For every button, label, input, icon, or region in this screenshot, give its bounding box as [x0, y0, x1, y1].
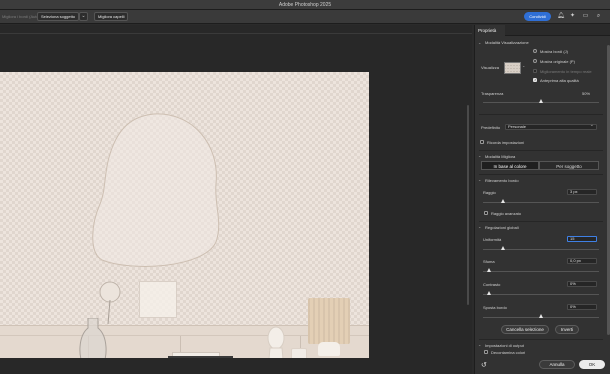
decontaminate-checkbox[interactable]	[484, 350, 488, 354]
sculpture-bust	[267, 326, 285, 358]
contrast-slider[interactable]	[483, 294, 599, 295]
high-quality-preview-label: Anteprima alta qualità	[540, 78, 579, 83]
properties-panel: Proprietà ⌄ Modalità Visualizzazione Vis…	[474, 25, 610, 374]
contrast-label: Contrasto	[483, 282, 501, 287]
show-original-label: Mostra originale (P)	[540, 59, 575, 64]
framed-art	[139, 281, 177, 318]
transparency-value[interactable]: 50%	[582, 91, 590, 96]
radius-field[interactable]: 3 px	[567, 189, 597, 195]
remember-settings-checkbox[interactable]	[480, 140, 484, 144]
chevron-down-icon[interactable]: ⌄	[478, 224, 481, 229]
realtime-refine-checkbox[interactable]	[533, 69, 537, 73]
scrollbar-thumb[interactable]	[467, 105, 469, 305]
search-icon[interactable]: ⌕	[595, 13, 602, 20]
share-button[interactable]: Condividi	[524, 12, 551, 21]
select-subject-button[interactable]: Seleziona soggetto	[37, 12, 80, 21]
lamp-shade	[308, 298, 350, 344]
dried-flower	[99, 281, 121, 324]
smooth-slider-knob[interactable]	[501, 246, 505, 250]
options-bar: Migliora i bordi (Auto) Seleziona sogget…	[0, 10, 610, 24]
chevron-down-icon[interactable]: ⌄	[478, 177, 481, 182]
refine-by-color-button[interactable]: In base al colore	[481, 161, 539, 170]
smooth-field[interactable]: 15	[567, 236, 597, 242]
chevron-down-icon[interactable]: ⌄	[478, 342, 481, 347]
transparency-slider-knob[interactable]	[539, 99, 543, 103]
vertical-scrollbar[interactable]	[466, 35, 470, 365]
shift-edge-slider-knob[interactable]	[539, 314, 543, 318]
tab-properties[interactable]: Proprietà	[475, 25, 505, 36]
glass-vase	[79, 318, 107, 358]
reset-icon[interactable]: ↺	[481, 361, 487, 369]
cancel-button[interactable]: Annulla	[539, 360, 575, 369]
ceramic-cup	[291, 348, 307, 358]
realtime-refine-label: Miglioramento in tempo reale	[540, 69, 592, 74]
select-subject-dropdown[interactable]: ⌄	[79, 12, 88, 21]
document-tab-strip	[0, 33, 472, 34]
section-divider	[479, 114, 603, 115]
window-title: Adobe Photoshop 2025	[278, 2, 332, 8]
decontaminate-label: Decontamina colori	[491, 350, 526, 355]
book-stack	[168, 356, 233, 358]
edge-detection-heading: Rilevamento bordo	[485, 178, 519, 183]
mirror-shape	[92, 113, 220, 267]
ok-button[interactable]: OK	[579, 360, 605, 369]
smart-radius-checkbox[interactable]	[484, 211, 488, 215]
panel-tab-bar: Proprietà	[475, 25, 610, 36]
workspace-icon[interactable]: ▭	[582, 13, 589, 20]
refine-edges-auto-label: Migliora i bordi (Auto)	[2, 14, 41, 19]
improve-hair-button[interactable]: Migliora capelli	[94, 12, 129, 21]
high-quality-preview-checkbox[interactable]	[533, 77, 537, 82]
feather-field[interactable]: 0,0 px	[567, 258, 597, 264]
lightbulb-icon[interactable]: ✦	[569, 13, 576, 20]
show-edges-radio[interactable]	[533, 49, 537, 53]
preset-select[interactable]: Personale	[505, 123, 597, 130]
chevron-down-icon[interactable]: ⌄	[478, 40, 481, 45]
view-mode-thumbnail[interactable]	[504, 62, 521, 74]
smooth-label: Uniformità	[483, 237, 502, 242]
clear-selection-button[interactable]: Cancella selezione	[501, 325, 549, 334]
radius-label: Raggio	[483, 190, 496, 195]
show-edges-label: Mostra bordi (J)	[540, 49, 569, 54]
shift-edge-label: Sposta bordo	[483, 305, 507, 310]
invert-button[interactable]: Inverti	[555, 325, 579, 334]
refine-mode-heading: Modalità Migliora	[485, 154, 516, 159]
section-divider	[479, 150, 603, 151]
preset-label: Predefinito	[481, 125, 501, 130]
section-divider	[479, 174, 603, 175]
bell-icon[interactable]: 🔔︎	[557, 13, 565, 20]
radius-slider-knob[interactable]	[501, 199, 505, 203]
smart-radius-label: Raggio avanzato	[491, 211, 522, 216]
transparency-label: Trasparenza	[481, 91, 504, 96]
view-label: Visualizza	[481, 65, 499, 70]
contrast-field[interactable]: 0%	[567, 281, 597, 287]
chevron-down-icon[interactable]: ⌄	[478, 153, 481, 158]
lamp-base	[318, 342, 340, 356]
shift-edge-field[interactable]: 0%	[567, 304, 597, 310]
show-original-radio[interactable]	[533, 59, 537, 63]
view-mode-heading: Modalità Visualizzazione	[485, 40, 529, 45]
chevron-down-icon[interactable]: ⌄	[522, 63, 525, 68]
feather-label: Sfuma	[483, 259, 495, 264]
section-divider	[479, 339, 603, 340]
contrast-slider-knob[interactable]	[487, 291, 491, 295]
refine-by-object-button[interactable]: Per soggetto	[539, 161, 599, 170]
document-canvas[interactable]	[0, 72, 369, 358]
remember-settings-label: Ricorda impostazioni	[487, 140, 525, 145]
output-settings-heading: Impostazioni di output	[485, 343, 524, 348]
feather-slider[interactable]	[483, 271, 599, 272]
feather-slider-knob[interactable]	[487, 268, 491, 272]
canvas-workspace[interactable]	[0, 25, 472, 374]
title-bar: Adobe Photoshop 2025	[0, 0, 610, 10]
global-refinements-heading: Regolazioni globali	[485, 225, 519, 230]
section-divider	[479, 221, 603, 222]
